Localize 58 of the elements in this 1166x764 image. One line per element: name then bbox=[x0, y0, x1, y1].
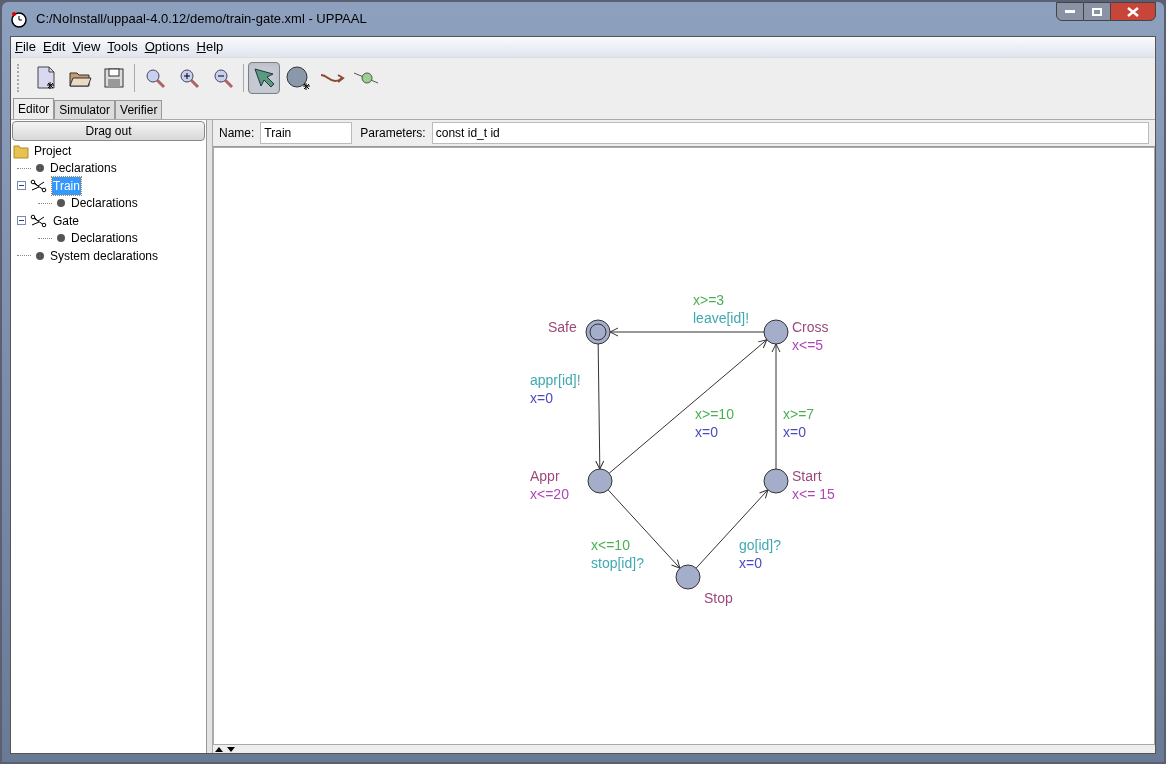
edge-label: x=0 bbox=[695, 424, 718, 440]
down-arrow-icon[interactable] bbox=[227, 746, 235, 752]
window-title: C:/NoInstall/uppaal-4.0.12/demo/train-gate.xml - UPPAAL bbox=[36, 10, 368, 29]
arrow-pointer-icon[interactable] bbox=[248, 61, 280, 94]
menu-item[interactable]: Tools bbox=[107, 37, 138, 57]
invariant-label: x<=5 bbox=[792, 337, 824, 353]
name-label: Name: bbox=[219, 125, 255, 142]
edge-label: appr[id]! bbox=[530, 372, 581, 388]
invariant-label: x<=20 bbox=[530, 486, 569, 502]
minimize-button[interactable] bbox=[1056, 2, 1084, 21]
automaton-icon bbox=[30, 178, 48, 193]
collapse-icon[interactable] bbox=[17, 216, 26, 226]
edge-label: stop[id]? bbox=[591, 555, 644, 571]
folder-icon bbox=[13, 142, 29, 159]
tree-item[interactable]: Declarations bbox=[70, 229, 139, 248]
edge-label: go[id]? bbox=[739, 537, 782, 553]
location-name: Appr bbox=[530, 468, 560, 484]
maximize-button[interactable] bbox=[1084, 2, 1110, 21]
location-name: Cross bbox=[792, 319, 829, 335]
bullet-icon bbox=[35, 250, 45, 261]
tree-item[interactable]: Gate bbox=[52, 211, 80, 230]
drag-out-button[interactable]: Drag out bbox=[12, 121, 205, 141]
automaton-icon bbox=[30, 213, 48, 228]
edge-label: leave[id]! bbox=[693, 310, 750, 326]
menu-item[interactable]: View bbox=[72, 37, 101, 57]
close-button[interactable] bbox=[1110, 2, 1156, 21]
edge-label: x=0 bbox=[739, 555, 762, 571]
bullet-icon bbox=[56, 198, 66, 209]
location-name: Start bbox=[792, 468, 822, 484]
location-name: Stop bbox=[704, 590, 733, 606]
tab[interactable]: Editor bbox=[13, 98, 55, 119]
edge-label: x<=10 bbox=[591, 537, 630, 553]
tree-item[interactable]: System declarations bbox=[49, 246, 160, 265]
edge-label: x>=10 bbox=[695, 406, 734, 422]
tree-item[interactable]: Declarations bbox=[49, 159, 118, 178]
menu-item[interactable]: Options bbox=[144, 37, 190, 57]
tab[interactable]: Simulator bbox=[54, 100, 116, 119]
tab[interactable]: Verifier bbox=[115, 100, 163, 119]
invariant-label: x<= 15 bbox=[792, 486, 835, 502]
parameters-label: Parameters: bbox=[360, 125, 426, 142]
edge-label: x>=3 bbox=[693, 292, 725, 308]
edge-label: x>=7 bbox=[783, 406, 815, 422]
name-field[interactable]: Train bbox=[260, 122, 353, 144]
bullet-icon bbox=[35, 163, 45, 174]
menu-item[interactable]: File bbox=[15, 37, 36, 57]
bullet-icon bbox=[56, 233, 66, 244]
close-icon bbox=[1127, 6, 1139, 17]
menu-item[interactable]: Edit bbox=[42, 37, 66, 57]
up-arrow-icon[interactable] bbox=[215, 746, 223, 752]
tree-item[interactable]: Declarations bbox=[70, 194, 139, 213]
location-name: Safe bbox=[548, 319, 577, 335]
tree-item[interactable]: Project bbox=[33, 141, 73, 160]
parameters-field[interactable]: const id_t id bbox=[431, 122, 1149, 144]
edge-label: x=0 bbox=[530, 390, 553, 406]
clock-app-icon bbox=[10, 10, 28, 28]
collapse-icon[interactable] bbox=[17, 181, 26, 191]
menu-item[interactable]: Help bbox=[196, 37, 224, 57]
edge-label: x=0 bbox=[783, 424, 806, 440]
